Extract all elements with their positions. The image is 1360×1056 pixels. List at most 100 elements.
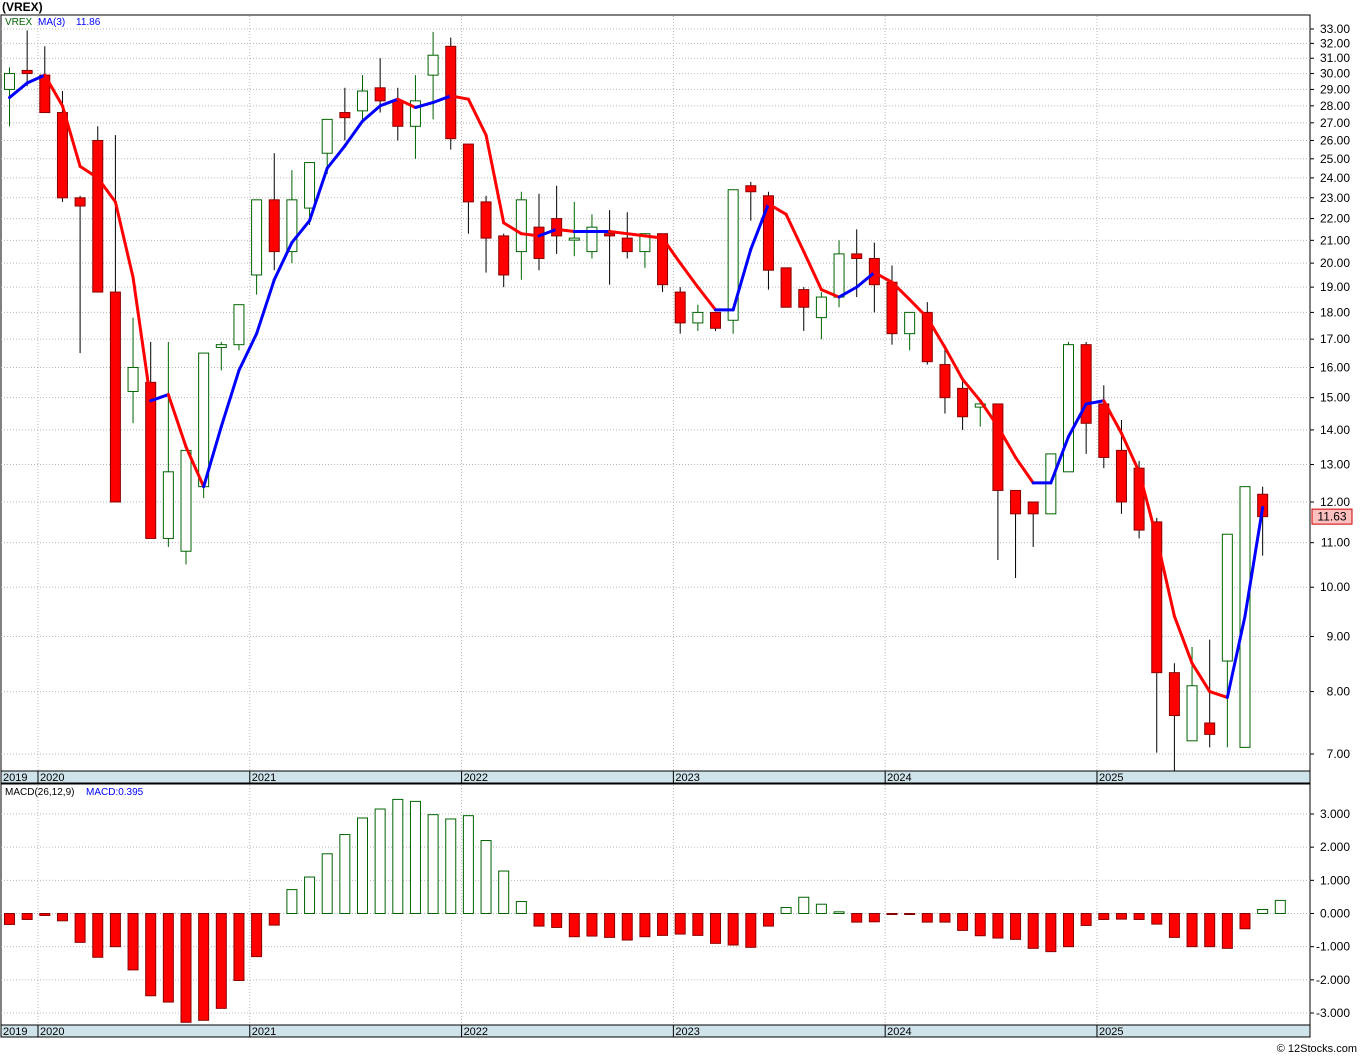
candle-body [4,73,15,90]
macd-bar [621,913,633,941]
chart-title: (VREX) [2,0,43,14]
macd-bar [974,913,986,937]
candle-body [480,201,492,239]
candle-body [604,233,616,237]
ma-value: 11.86 [76,17,101,28]
candle-body [621,237,633,253]
ticker-label: VREX [5,17,33,28]
macd-bar [515,901,527,914]
candle-body [92,139,104,293]
macd-bar [1115,913,1127,920]
price-tick-label: 10.00 [1320,580,1350,594]
macd-year-label: 2024 [887,1026,911,1038]
macd-year-label: 2020 [40,1026,64,1038]
candle-body [498,235,510,276]
macd-bar [798,896,810,915]
macd-bar [1257,909,1269,915]
price-tick-label: 17.00 [1320,332,1350,346]
macd-bar [462,815,474,914]
macd-bar [657,913,669,936]
macd-year-label: 2022 [464,1026,488,1038]
price-tick-label: 7.00 [1327,747,1351,761]
price-tick-label: 19.00 [1320,280,1350,294]
candle-body [162,471,174,539]
macd-bar [286,889,298,914]
candle-body [692,311,704,324]
macd-bar [374,808,386,915]
price-tick-label: 11.00 [1321,536,1350,550]
macd-bar [1045,913,1057,953]
price-tick-label: 16.00 [1320,360,1350,374]
macd-bar [851,913,863,923]
macd-bar [39,913,51,916]
macd-bar [921,913,933,923]
price-tick-label: 32.00 [1320,36,1350,50]
candle-body [109,291,121,503]
macd-year-label: 2021 [252,1026,276,1038]
macd-bar [604,913,616,938]
macd-tick-label: -1.000 [1316,940,1350,954]
candle-body [268,199,280,253]
macd-bar [4,913,15,925]
candle-body [1204,722,1216,735]
macd-bar [1010,913,1022,940]
candle-body [251,199,263,276]
price-tick-label: 23.00 [1320,191,1350,205]
candle-body [392,100,404,127]
macd-bar [321,853,333,914]
price-year-label: 2022 [464,772,488,784]
candle-body [551,218,563,237]
candle [233,304,245,351]
macd-bar [745,913,757,948]
candle-body [992,403,1004,491]
macd-bar [1186,913,1198,948]
macd-value: MACD:0.395 [86,787,144,798]
candle [727,189,739,334]
candle-body [833,253,845,298]
macd-year-label: 2023 [675,1026,699,1038]
price-tick-label: 14.00 [1320,423,1350,437]
candle [92,126,104,293]
macd-tick-label: -2.000 [1316,973,1350,987]
candle-body [462,143,474,203]
macd-bar [780,907,792,915]
candle-body [710,311,721,329]
price-tick-label: 24.00 [1320,171,1350,185]
price-year-label: 2021 [252,772,276,784]
candle [445,37,457,150]
price-tick-label: 9.00 [1327,629,1351,643]
price-tick-label: 8.00 [1327,685,1351,699]
price-year-label: 2025 [1099,772,1123,784]
candle-body [1115,449,1127,503]
macd-bar [674,913,686,935]
macd-bar [198,913,210,1021]
price-year-label: 2024 [887,772,911,784]
macd-bar [1133,913,1145,920]
candle-body [233,304,245,346]
macd-year-label: 2025 [1099,1026,1123,1038]
price-tick-label: 30.00 [1320,67,1350,81]
macd-bar [92,913,104,958]
macd-bar [145,913,157,997]
price-tick-label: 15.00 [1320,391,1350,405]
candle-body [1221,533,1233,662]
price-tick-label: 33.00 [1320,22,1350,36]
price-tick-label: 26.00 [1320,133,1350,147]
candle-body [445,45,457,140]
candle-body [1168,672,1180,717]
macd-bar [833,911,845,915]
macd-bar [886,913,898,915]
candle-body [321,118,333,154]
price-panel-frame [0,14,1311,772]
price-tick-label: 20.00 [1320,256,1350,270]
candle-body [56,112,68,199]
candle-body [674,291,686,324]
candle [1063,341,1074,473]
vrex-chart: 33.0032.0031.00 30.0029.00 28.00 27.00 26.00… [0,0,1360,1056]
price-tick-label: 31.00 [1320,51,1350,65]
candle [180,449,192,565]
price-tick-label: 21.00 [1320,233,1350,247]
price-tick-label: 25.00 [1320,152,1350,166]
candle-body [939,364,951,399]
macd-bar [1274,899,1286,915]
